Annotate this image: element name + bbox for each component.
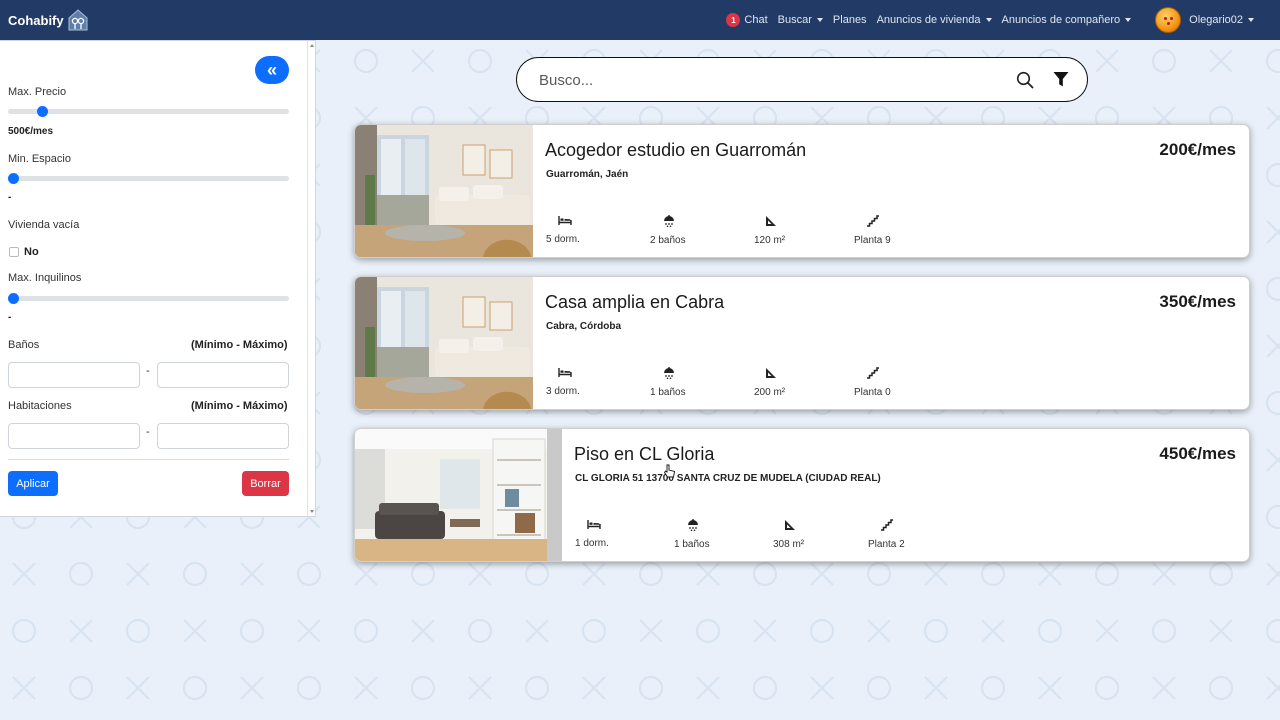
chevron-down-icon xyxy=(1125,18,1132,22)
search-bar xyxy=(516,57,1088,102)
chevron-down-icon xyxy=(816,18,823,22)
bathrooms-range-hint: (Mínimo - Máximo) xyxy=(191,339,288,351)
listing-photo xyxy=(355,429,562,561)
listing-bathrooms: 2 baños xyxy=(650,215,730,248)
nav-planes[interactable]: Planes xyxy=(833,14,867,26)
listing-area: 200 m² xyxy=(754,367,834,400)
house-logo-icon xyxy=(68,9,88,31)
rooms-max-input[interactable] xyxy=(157,423,289,449)
shower-icon xyxy=(663,215,675,227)
shower-icon xyxy=(663,367,675,379)
slider-thumb[interactable] xyxy=(8,173,19,184)
collapse-sidebar-button[interactable]: « xyxy=(255,56,289,84)
listing-location: CL GLORIA 51 13700 SANTA CRUZ DE MUDELA … xyxy=(575,473,881,484)
min-space-value: - xyxy=(8,192,12,203)
scroll-down-icon xyxy=(310,510,314,513)
brand-logo-link[interactable]: Cohabify xyxy=(8,8,90,32)
bathrooms-range-dash: - xyxy=(146,365,150,377)
brand-name: Cohabify xyxy=(8,12,64,28)
nav-buscar-dropdown[interactable]: Buscar xyxy=(778,14,823,26)
listing-card[interactable]: Acogedor estudio en Guarromán Guarromán,… xyxy=(354,124,1250,258)
sidebar-scrollbar[interactable] xyxy=(307,41,315,516)
shower-icon xyxy=(687,519,699,531)
listing-bathrooms: 1 baños xyxy=(674,519,754,552)
scroll-up-icon xyxy=(310,44,314,47)
listing-photo xyxy=(355,277,533,409)
rooms-label: Habitaciones xyxy=(8,400,72,412)
apply-filters-button[interactable]: Aplicar xyxy=(8,471,58,496)
max-tenants-slider[interactable] xyxy=(8,291,289,305)
bathrooms-label: Baños xyxy=(8,339,40,351)
listing-title[interactable]: Piso en CL Gloria xyxy=(574,444,714,465)
username-label: Olegario02 xyxy=(1189,14,1243,26)
bed-icon xyxy=(558,367,572,378)
min-space-slider[interactable] xyxy=(8,171,289,185)
chat-notification-badge: 1 xyxy=(726,13,741,27)
filter-icon[interactable] xyxy=(1053,71,1069,88)
listing-card[interactable]: Casa amplia en Cabra Cabra, Córdoba 350€… xyxy=(354,276,1250,410)
min-space-label: Min. Espacio xyxy=(8,153,71,165)
avatar xyxy=(1155,7,1182,33)
nav-anuncios-vivienda-dropdown[interactable]: Anuncios de vivienda xyxy=(877,14,992,26)
listing-bathrooms: 1 baños xyxy=(650,367,730,400)
nav-anuncios-vivienda-label: Anuncios de vivienda xyxy=(876,14,981,26)
chevron-down-icon xyxy=(1248,18,1254,22)
nav-chat-label: Chat xyxy=(744,14,768,26)
search-icon[interactable] xyxy=(1016,71,1034,89)
listing-price: 200€/mes xyxy=(1159,140,1236,159)
listing-area: 308 m² xyxy=(773,519,853,552)
bed-icon xyxy=(587,519,601,530)
clear-filters-button[interactable]: Borrar xyxy=(242,471,289,496)
max-price-value: 500€/mes xyxy=(8,126,54,137)
listing-floor: Planta 9 xyxy=(854,215,934,248)
listing-price: 450€/mes xyxy=(1159,444,1236,463)
empty-housing-checkbox[interactable] xyxy=(9,247,19,257)
stairs-icon xyxy=(880,519,894,531)
listing-title[interactable]: Casa amplia en Cabra xyxy=(545,292,724,313)
nav-anuncios-companero-dropdown[interactable]: Anuncios de compañero xyxy=(1002,14,1132,26)
empty-housing-option-label: No xyxy=(24,246,39,258)
max-tenants-label: Max. Inquilinos xyxy=(8,272,82,284)
rooms-range-dash: - xyxy=(146,426,150,438)
user-menu-dropdown[interactable]: Olegario02 xyxy=(1155,7,1254,33)
slider-thumb[interactable] xyxy=(36,106,48,117)
listing-card[interactable]: Piso en CL Gloria CL GLORIA 51 13700 SAN… xyxy=(354,428,1250,562)
rooms-min-input[interactable] xyxy=(8,423,140,449)
nav-chat[interactable]: 1 Chat xyxy=(726,13,768,27)
listing-location: Guarromán, Jaén xyxy=(546,169,629,180)
chevron-down-icon xyxy=(985,18,992,22)
bathrooms-min-input[interactable] xyxy=(8,362,140,388)
nav-buscar-label: Buscar xyxy=(777,14,812,26)
set-square-icon xyxy=(765,367,777,379)
rooms-range-hint: (Mínimo - Máximo) xyxy=(191,400,288,412)
listing-floor: Planta 2 xyxy=(868,519,948,552)
stairs-icon xyxy=(866,367,880,379)
listing-bedrooms: 3 dorm. xyxy=(546,367,626,399)
listing-bedrooms: 5 dorm. xyxy=(546,215,626,247)
set-square-icon xyxy=(784,519,796,531)
max-price-label: Max. Precio xyxy=(8,86,67,98)
max-price-slider[interactable] xyxy=(8,104,289,118)
listing-bedrooms: 1 dorm. xyxy=(575,519,655,551)
filters-sidebar: « Max. Precio 500€/mes Min. Espacio - Vi… xyxy=(0,40,316,517)
listing-floor: Planta 0 xyxy=(854,367,934,400)
listing-photo xyxy=(355,125,533,257)
hand-cursor-icon xyxy=(664,464,676,478)
listing-area: 120 m² xyxy=(754,215,834,248)
listing-title[interactable]: Acogedor estudio en Guarromán xyxy=(545,140,806,161)
empty-housing-label: Vivienda vacía xyxy=(8,219,80,231)
stairs-icon xyxy=(866,215,880,227)
bed-icon xyxy=(558,215,572,226)
listing-location: Cabra, Córdoba xyxy=(546,321,622,332)
listing-price: 350€/mes xyxy=(1159,292,1236,311)
top-navbar: Cohabify 1 Chat Buscar Planes Anuncios d… xyxy=(0,0,1280,40)
set-square-icon xyxy=(765,215,777,227)
nav-anuncios-companero-label: Anuncios de compañero xyxy=(1001,14,1121,26)
search-input[interactable] xyxy=(539,70,1009,90)
slider-thumb[interactable] xyxy=(8,293,19,304)
max-tenants-value: - xyxy=(8,312,12,323)
nav-planes-label: Planes xyxy=(832,14,867,26)
bathrooms-max-input[interactable] xyxy=(157,362,289,388)
divider xyxy=(8,459,289,460)
